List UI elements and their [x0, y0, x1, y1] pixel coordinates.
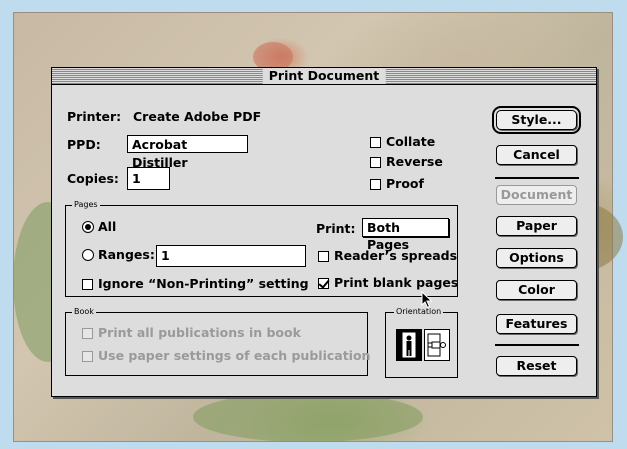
cancel-button[interactable]: Cancel: [496, 145, 577, 165]
ranges-input[interactable]: 1: [156, 245, 306, 267]
all-label: All: [98, 219, 117, 234]
reverse-checkbox[interactable]: [370, 157, 381, 168]
use-paper-settings-label: Use paper settings of each publication: [98, 348, 371, 363]
book-group-label: Book: [72, 306, 96, 318]
reverse-label: Reverse: [386, 154, 443, 169]
features-button[interactable]: Features: [496, 314, 577, 334]
pages-group-label: Pages: [72, 199, 100, 211]
printer-label: Printer:: [67, 109, 122, 124]
printer-value: Create Adobe PDF: [133, 109, 262, 124]
ranges-label: Ranges:: [98, 247, 155, 262]
print-pages-popup[interactable]: Both Pages: [362, 218, 449, 252]
paper-button[interactable]: Paper: [496, 216, 577, 236]
ranges-radio[interactable]: [82, 249, 94, 261]
use-paper-settings-checkbox[interactable]: [82, 351, 93, 362]
button-separator: [495, 344, 579, 346]
collate-checkbox[interactable]: [370, 137, 381, 148]
ignore-non-printing-label: Ignore “Non-Printing” setting: [98, 276, 309, 291]
readers-spreads-label: Reader’s spreads: [334, 248, 458, 263]
copies-input[interactable]: 1: [127, 167, 170, 190]
ppd-label: PPD:: [67, 137, 101, 152]
readers-spreads-checkbox[interactable]: [318, 251, 329, 262]
print-all-publications-checkbox[interactable]: [82, 328, 93, 339]
ppd-field[interactable]: Acrobat Distiller: [127, 135, 248, 170]
landscape-icon[interactable]: [424, 329, 450, 361]
background-leaf: [193, 392, 423, 442]
portrait-icon[interactable]: [396, 329, 422, 361]
copies-label: Copies:: [67, 171, 119, 186]
book-group: Book: [65, 306, 368, 376]
ignore-non-printing-checkbox[interactable]: [82, 279, 93, 290]
print-all-publications-label: Print all publications in book: [98, 325, 301, 340]
options-button[interactable]: Options: [496, 248, 577, 268]
all-radio[interactable]: [82, 221, 94, 233]
color-button[interactable]: Color: [496, 280, 577, 300]
orientation-group-label: Orientation: [394, 306, 444, 318]
proof-label: Proof: [386, 176, 424, 191]
collate-label: Collate: [386, 134, 436, 149]
style-button[interactable]: Style...: [492, 106, 581, 134]
dialog-title: Print Document: [262, 68, 386, 84]
print-label: Print:: [316, 221, 356, 236]
mouse-pointer-icon: [421, 291, 433, 309]
reset-button[interactable]: Reset: [496, 356, 577, 376]
print-blank-pages-label: Print blank pages: [334, 275, 459, 290]
button-separator: [495, 177, 579, 179]
proof-checkbox[interactable]: [370, 179, 381, 190]
print-blank-pages-checkbox[interactable]: [318, 278, 329, 289]
document-button[interactable]: Document: [496, 185, 577, 205]
dialog-titlebar[interactable]: Print Document: [52, 68, 596, 85]
print-document-dialog: Print Document Printer: Create Adobe PDF…: [51, 67, 597, 397]
